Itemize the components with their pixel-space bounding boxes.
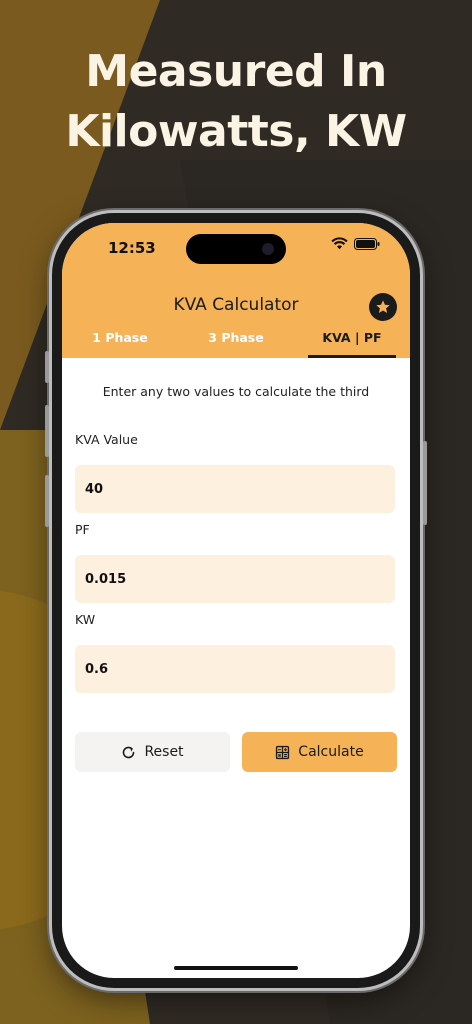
tab-1-phase[interactable]: 1 Phase: [62, 327, 178, 358]
headline-line-2: Kilowatts, KW: [65, 106, 407, 157]
app-title: KVA Calculator: [173, 295, 299, 315]
headline-line-1: Measured In: [85, 46, 387, 97]
reset-label: Reset: [144, 744, 184, 760]
refresh-icon: [123, 746, 135, 758]
status-icons: [331, 237, 380, 250]
phone-mute-button: [45, 351, 49, 383]
phone-volume-down-button: [45, 475, 49, 527]
form-hint: Enter any two values to calculate the th…: [102, 384, 370, 399]
pf-label: PF: [75, 522, 90, 537]
calculator-icon: [276, 745, 290, 759]
app-screen: 12:53 KVA Calculator 1 Phase 3 Phase KVA…: [62, 223, 410, 978]
tab-bar: 1 Phase 3 Phase KVA | PF: [62, 327, 410, 358]
phone-volume-up-button: [45, 405, 49, 457]
calculate-button[interactable]: Calculate: [242, 732, 397, 772]
battery-icon: [354, 237, 380, 250]
kva-value-input[interactable]: 40: [75, 465, 395, 513]
camera-dot: [262, 243, 274, 255]
phone-power-button: [423, 441, 427, 525]
kw-label: KW: [75, 612, 96, 627]
favorite-button[interactable]: [369, 293, 397, 321]
calculate-label: Calculate: [298, 744, 364, 760]
home-indicator[interactable]: [174, 966, 298, 970]
tab-3-phase[interactable]: 3 Phase: [178, 327, 294, 358]
pf-input[interactable]: 0.015: [75, 555, 395, 603]
wifi-icon: [331, 237, 348, 250]
status-time: 12:53: [108, 239, 156, 257]
phone-frame: 12:53 KVA Calculator 1 Phase 3 Phase KVA…: [45, 213, 427, 988]
kw-input[interactable]: 0.6: [75, 645, 395, 693]
tab-kva-pf[interactable]: KVA | PF: [294, 327, 410, 358]
reset-button[interactable]: Reset: [75, 732, 230, 772]
dynamic-island: [186, 234, 286, 264]
kva-value-label: KVA Value: [75, 432, 138, 447]
app-header: 12:53 KVA Calculator 1 Phase 3 Phase KVA…: [62, 223, 410, 358]
star-icon: [376, 300, 390, 313]
headline: Measured In Kilowatts, KW: [0, 42, 472, 162]
